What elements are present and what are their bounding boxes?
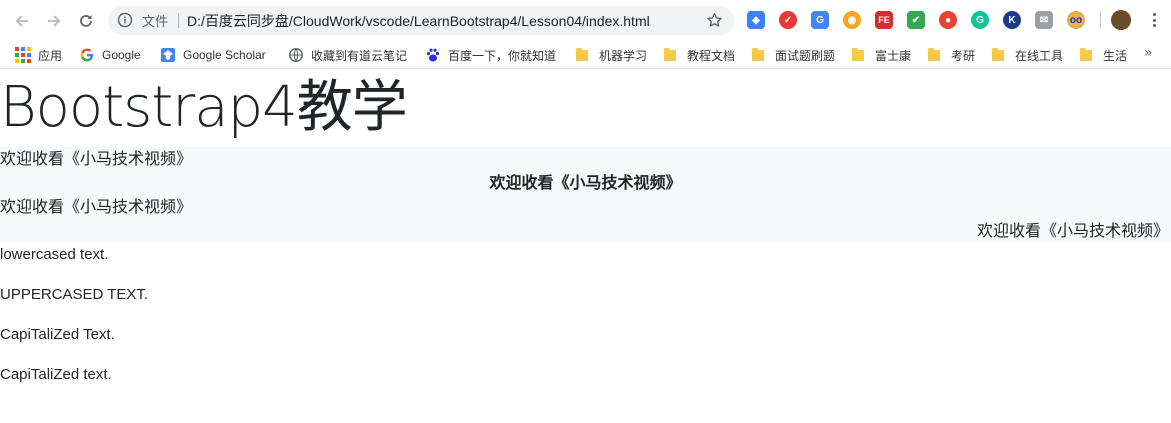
folder-icon [576, 47, 588, 61]
text-left-line: 欢迎收看《小马技术视频》 [0, 197, 193, 216]
bookmark-label: 教程文档 [687, 48, 736, 63]
todo-check-icon[interactable]: ✓ [779, 11, 797, 29]
bookmark-folder-tools[interactable]: 在线工具 [990, 45, 1063, 65]
info-icon[interactable] [117, 12, 133, 28]
google-icon [80, 48, 93, 62]
capitalize-text: CapiTaliZed Text. [0, 326, 115, 343]
bookmarks-overflow-button[interactable]: » [1144, 45, 1153, 61]
bookmark-label: 考研 [951, 48, 976, 63]
bookmark-label: 机器学习 [599, 48, 648, 63]
bookmark-apps[interactable]: 应用 [15, 45, 62, 65]
text-right-line: 欢迎收看《小马技术视频》 [976, 221, 1169, 240]
apps-grid-icon [15, 47, 31, 63]
browser-toolbar: 文件 D:/百度云同步盘/CloudWork/vscode/LearnBoots… [0, 0, 1171, 41]
baidu-icon [426, 48, 440, 62]
page-heading: Bootstrap4教学 [0, 75, 408, 140]
address-divider [178, 13, 179, 28]
bookmark-label: 生活 [1103, 48, 1128, 63]
globe-icon [288, 47, 304, 63]
bookmark-folder-kaoyan[interactable]: 考研 [926, 45, 975, 65]
bookmark-label: 百度一下，你就知道 [448, 48, 557, 63]
bookmark-google[interactable]: Google [79, 45, 141, 65]
bookmarks-bar: 应用 Google Google Scholar 收藏到有道云笔记 百度一下，你… [0, 41, 1171, 69]
folder-icon [992, 47, 1004, 61]
arrow-left-icon [15, 15, 28, 27]
uppercase-text: UPPERCASED TEXT. [0, 286, 149, 303]
mail-blocked-icon[interactable]: ✉ [1035, 11, 1053, 29]
owl-icon[interactable]: oo [1067, 11, 1085, 29]
folder-icon [928, 47, 940, 61]
bookmark-label: 收藏到有道云笔记 [311, 48, 408, 63]
profile-avatar[interactable] [1111, 10, 1131, 30]
scholar-icon [161, 48, 175, 62]
bookmark-label: Google Scholar [183, 48, 266, 62]
text-alignment-box: 欢迎收看《小马技术视频》 欢迎收看《小马技术视频》 欢迎收看《小马技术视频》 欢… [0, 147, 1171, 243]
bookmark-google-scholar[interactable]: Google Scholar [160, 45, 266, 65]
text-center-bold-line: 欢迎收看《小马技术视频》 [489, 173, 682, 192]
mixed-case-text: CapiTaliZed text. [0, 366, 112, 383]
folder-icon [1080, 47, 1092, 61]
bookmark-label: Google [102, 48, 141, 62]
folder-icon [664, 47, 676, 61]
address-bar[interactable]: 文件 D:/百度云同步盘/CloudWork/vscode/LearnBoots… [108, 6, 734, 35]
back-button[interactable] [9, 8, 35, 34]
bookmark-ext-icon[interactable]: ◆ [747, 11, 765, 29]
arrow-right-icon [48, 15, 61, 27]
fe-helper-icon[interactable]: FE [875, 11, 893, 29]
grammarly-icon[interactable]: G [971, 11, 989, 29]
bookmark-folder-foxconn[interactable]: 富士康 [850, 45, 911, 65]
toolbar-divider [1100, 12, 1101, 29]
bookmark-folder-ml[interactable]: 机器学习 [574, 45, 647, 65]
bookmark-folder-interview[interactable]: 面试题刷题 [750, 45, 835, 65]
url-text[interactable]: D:/百度云同步盘/CloudWork/vscode/LearnBootstra… [187, 11, 650, 31]
weibo-icon[interactable]: ◉ [843, 11, 861, 29]
folder-icon [752, 47, 764, 61]
location-pin-icon[interactable]: ● [939, 11, 957, 29]
bookmark-label: 富士康 [875, 48, 912, 63]
translate-icon[interactable]: G [811, 11, 829, 29]
shield-icon[interactable]: ✔ [907, 11, 925, 29]
bookmark-label: 在线工具 [1015, 48, 1064, 63]
reload-icon [80, 15, 92, 27]
bookmark-baidu[interactable]: 百度一下，你就知道 [425, 45, 556, 65]
text-left-line: 欢迎收看《小马技术视频》 [0, 149, 193, 168]
star-icon[interactable] [706, 12, 723, 29]
folder-icon [852, 47, 864, 61]
bookmark-folder-docs[interactable]: 教程文档 [662, 45, 735, 65]
bookmark-youdao[interactable]: 收藏到有道云笔记 [288, 45, 407, 65]
page-content: Bootstrap4教学 欢迎收看《小马技术视频》 欢迎收看《小马技术视频》 欢… [0, 70, 1171, 423]
bookmark-label: 面试题刷题 [775, 48, 836, 63]
reload-button[interactable] [73, 8, 99, 34]
k-icon[interactable]: K [1003, 11, 1021, 29]
bookmark-label: 应用 [38, 48, 63, 63]
lowercase-text: lowercased text. [0, 246, 109, 263]
bookmark-folder-life[interactable]: 生活 [1078, 45, 1127, 65]
file-scheme-label: 文件 [142, 15, 169, 30]
forward-button[interactable] [41, 8, 67, 34]
more-menu-icon[interactable] [1148, 11, 1160, 29]
